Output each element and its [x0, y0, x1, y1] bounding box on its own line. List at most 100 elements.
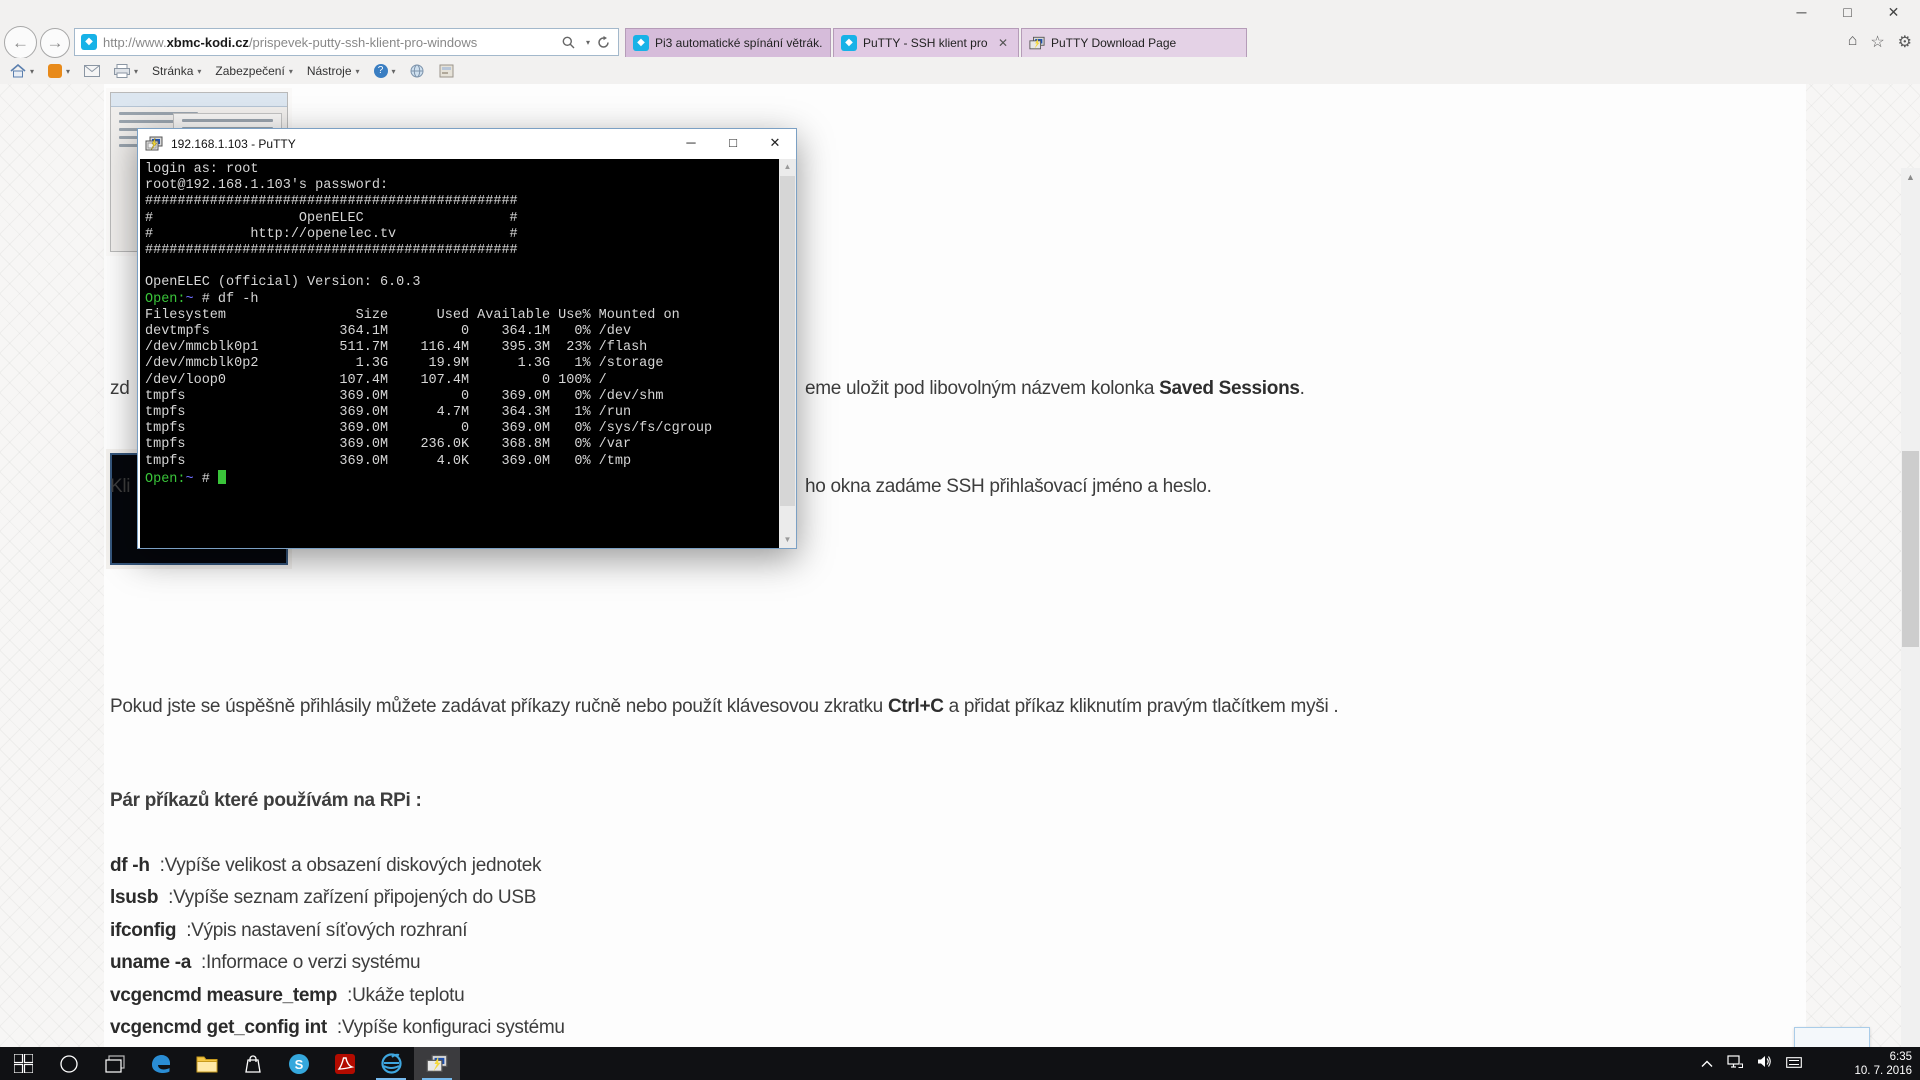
- command-item: ifconfig:Výpis nastavení síťových rozhra…: [110, 920, 467, 942]
- browser-titlebar: ─ □ ✕: [0, 0, 1920, 28]
- browser-quick-icons: ⌂ ☆ ⚙: [1848, 32, 1912, 52]
- addon-button-2[interactable]: [439, 64, 454, 78]
- address-bar[interactable]: ◆ http://www.xbmc-kodi.cz/prispevek-putt…: [74, 28, 619, 56]
- browser-navigation-bar: ← → ◆ http://www.xbmc-kodi.cz/prispevek-…: [0, 26, 1920, 58]
- taskbar-search-button[interactable]: [46, 1047, 92, 1080]
- putty-maximize-button[interactable]: □: [712, 129, 754, 159]
- terminal-scroll-down-icon[interactable]: ▼: [779, 532, 796, 548]
- terminal-line: tmpfs 369.0M 236.0K 368.8M 0% /var: [145, 437, 712, 453]
- search-dropdown-caret-icon[interactable]: ▾: [586, 38, 590, 47]
- browser-tab-1[interactable]: ◆Pi3 automatické spínání větrák...: [625, 28, 831, 57]
- taskbar-clock[interactable]: 6:35 10. 7. 2016: [1854, 1047, 1912, 1080]
- article-line2: ho okna zadáme SSH přihlašovací jméno a …: [805, 476, 1212, 498]
- putty-icon: [1029, 36, 1045, 51]
- internet-explorer-icon: [380, 1052, 403, 1075]
- taskbar: S 6:35 10. 7. 2016: [0, 1047, 1920, 1080]
- volume-icon[interactable]: [1757, 1055, 1772, 1073]
- putty-terminal[interactable]: login as: rootroot@192.168.1.103's passw…: [140, 159, 796, 548]
- help-menu[interactable]: ? ▾: [374, 64, 396, 78]
- taskbar-task-view-button[interactable]: [92, 1047, 138, 1080]
- browser-minimize-button[interactable]: ─: [1779, 0, 1824, 26]
- task-view-icon: [105, 1055, 125, 1073]
- terminal-line: devtmpfs 364.1M 0 364.1M 0% /dev: [145, 324, 712, 340]
- acrobat-icon: [334, 1053, 356, 1075]
- print-menu[interactable]: ▾: [114, 64, 138, 78]
- article-line2-prefix: Kli: [110, 476, 130, 498]
- terminal-line: login as: root: [145, 162, 712, 178]
- terminal-scrollbar-thumb[interactable]: [780, 176, 795, 506]
- start-icon: [14, 1054, 33, 1073]
- command-item: vcgencmd measure_temp:Ukáže teplotu: [110, 985, 464, 1007]
- terminal-line: tmpfs 369.0M 4.7M 364.3M 1% /run: [145, 405, 712, 421]
- clock-time: 6:35: [1854, 1050, 1912, 1064]
- terminal-line: /dev/mmcblk0p1 511.7M 116.4M 395.3M 23% …: [145, 340, 712, 356]
- terminal-line: tmpfs 369.0M 0 369.0M 0% /sys/fs/cgroup: [145, 421, 712, 437]
- terminal-line: OpenELEC (official) Version: 6.0.3: [145, 275, 712, 291]
- command-item: df -h:Vypíše velikost a obsazení diskový…: [110, 855, 541, 877]
- putty-close-button[interactable]: ✕: [754, 129, 796, 159]
- scroll-up-icon[interactable]: ▲: [1901, 168, 1920, 186]
- tab-close-icon[interactable]: ✕: [995, 36, 1011, 50]
- tab-title: PuTTY - SSH klient pro Win...: [863, 36, 989, 50]
- putty-minimize-button[interactable]: ─: [670, 129, 712, 159]
- tab-title: PuTTY Download Page: [1051, 36, 1239, 50]
- browser-tab-2[interactable]: ◆PuTTY - SSH klient pro Win...✕: [833, 28, 1019, 57]
- terminal-line: /dev/loop0 107.4M 107.4M 0 100% /: [145, 373, 712, 389]
- taskbar-skype-button[interactable]: S: [276, 1047, 322, 1080]
- terminal-line: Filesystem Size Used Available Use% Moun…: [145, 308, 712, 324]
- home-menu[interactable]: ▾: [10, 64, 34, 78]
- putty-icon: [426, 1054, 448, 1074]
- page-menu[interactable]: Stránka▾: [152, 64, 201, 78]
- taskbar-store-button[interactable]: [230, 1047, 276, 1080]
- terminal-scroll-up-icon[interactable]: ▲: [779, 159, 796, 175]
- terminal-line: ########################################…: [145, 194, 712, 210]
- putty-titlebar[interactable]: 192.168.1.103 - PuTTY ─ □ ✕: [138, 129, 796, 159]
- page-scrollbar[interactable]: ▲ ▼: [1901, 168, 1920, 1080]
- safety-menu[interactable]: Zabezpečení▾: [215, 64, 292, 78]
- chevron-up-icon[interactable]: [1701, 1055, 1713, 1073]
- command-item: uname -a:Informace o verzi systému: [110, 952, 420, 974]
- taskbar-acrobat-button[interactable]: [322, 1047, 368, 1080]
- keyboard-icon[interactable]: [1786, 1055, 1802, 1073]
- clock-date: 10. 7. 2016: [1854, 1064, 1912, 1078]
- back-button[interactable]: ←: [4, 26, 37, 59]
- read-mail-button[interactable]: [84, 65, 100, 77]
- system-tray: [1701, 1047, 1802, 1080]
- terminal-cursor: [218, 470, 226, 484]
- home-icon: [10, 64, 26, 78]
- taskbar-putty-button[interactable]: [414, 1047, 460, 1080]
- scrollbar-thumb[interactable]: [1902, 451, 1919, 647]
- commands-heading: Pár příkazů které používám na RPi :: [110, 790, 422, 812]
- addon-button-1[interactable]: [410, 64, 425, 78]
- putty-window-title: 192.168.1.103 - PuTTY: [171, 137, 296, 151]
- taskbar-apps: S: [0, 1047, 460, 1080]
- search-icon: [59, 1054, 79, 1074]
- kodi-icon: ◆: [633, 35, 649, 51]
- favorites-star-icon[interactable]: ☆: [1870, 32, 1884, 52]
- network-icon[interactable]: [1727, 1055, 1743, 1073]
- rss-icon: [48, 64, 62, 78]
- tools-menu[interactable]: Nástroje▾: [307, 64, 360, 78]
- file-explorer-icon: [196, 1055, 218, 1073]
- mail-icon: [84, 65, 100, 77]
- browser-close-button[interactable]: ✕: [1871, 0, 1916, 26]
- settings-gear-icon[interactable]: ⚙: [1898, 32, 1912, 52]
- browser-tab-3[interactable]: PuTTY Download Page: [1021, 28, 1247, 57]
- rss-menu[interactable]: ▾: [48, 64, 70, 78]
- terminal-scrollbar[interactable]: ▲ ▼: [779, 159, 796, 548]
- site-favicon-kodi-icon: ◆: [81, 34, 97, 50]
- home-icon[interactable]: ⌂: [1848, 32, 1858, 52]
- browser-maximize-button[interactable]: □: [1825, 0, 1870, 26]
- terminal-line: tmpfs 369.0M 0 369.0M 0% /dev/shm: [145, 389, 712, 405]
- addon-tools-icon: [439, 64, 454, 78]
- terminal-line: ########################################…: [145, 243, 712, 259]
- taskbar-start-button[interactable]: [0, 1047, 46, 1080]
- refresh-icon[interactable]: [597, 36, 610, 49]
- forward-button[interactable]: →: [40, 28, 70, 58]
- taskbar-edge-button[interactable]: [138, 1047, 184, 1080]
- taskbar-file-explorer-button[interactable]: [184, 1047, 230, 1080]
- taskbar-internet-explorer-button[interactable]: [368, 1047, 414, 1080]
- search-icon[interactable]: [562, 36, 575, 49]
- printer-icon: [114, 64, 130, 78]
- putty-window[interactable]: 192.168.1.103 - PuTTY ─ □ ✕ login as: ro…: [137, 128, 797, 549]
